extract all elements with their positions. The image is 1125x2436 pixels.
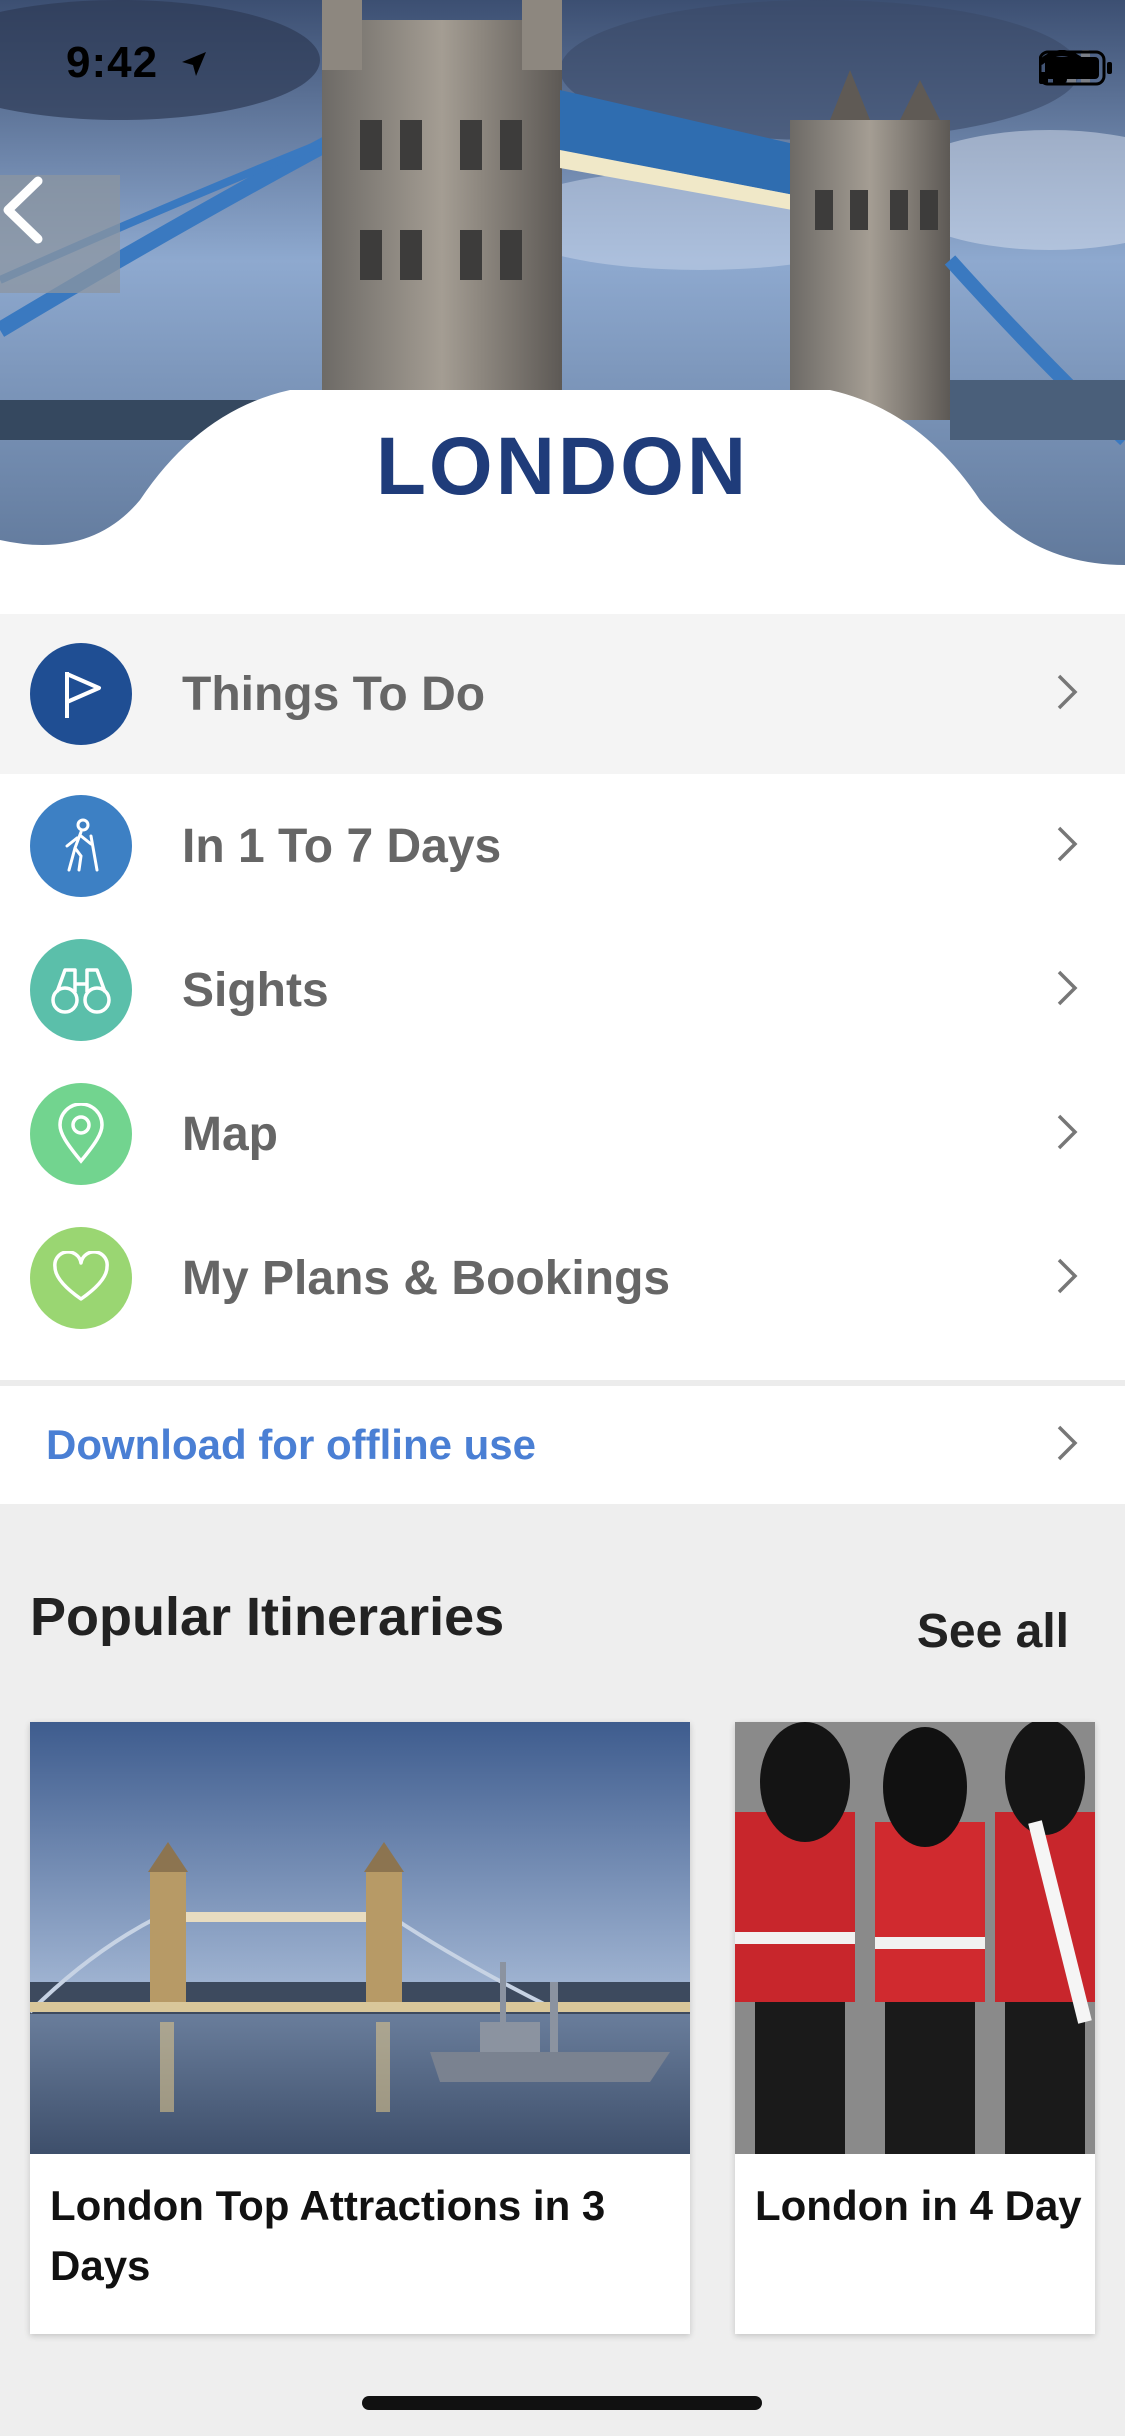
itinerary-card[interactable]: London Top Attractions in 3 Days [30, 1722, 690, 2334]
hero-image: 9:42 LONDON [0, 0, 1125, 580]
see-all-button[interactable]: See all [917, 1604, 1069, 1659]
itinerary-title: London in 4 Day Landmarks & Att [755, 2182, 1095, 2229]
menu-item-map[interactable]: Map [0, 1062, 1125, 1206]
download-offline-link[interactable]: Download for offline use [46, 1421, 536, 1469]
menu-item-label: Map [182, 1107, 278, 1161]
status-bar: 9:42 [0, 0, 1125, 140]
chevron-right-icon [1055, 1112, 1079, 1157]
itinerary-title: London Top Attractions in 3 Days [50, 2182, 606, 2289]
download-offline-row[interactable]: Download for offline use [0, 1386, 1125, 1504]
popular-itineraries-section: Popular Itineraries See all London Top A… [0, 1504, 1125, 2436]
city-title: LONDON [375, 421, 750, 512]
heart-icon [30, 1227, 132, 1329]
status-time: 9:42 [66, 38, 159, 87]
menu-item-my-plans-bookings[interactable]: My Plans & Bookings [0, 1206, 1125, 1350]
chevron-right-icon [1055, 968, 1079, 1013]
chevron-right-icon [1055, 1423, 1079, 1468]
itinerary-image [30, 1722, 690, 2154]
city-guide-screen: 9:42 LONDON Things To Do In 1 To 7 Days … [0, 0, 1125, 2436]
home-indicator[interactable] [362, 2396, 762, 2410]
menu-item-label: Things To Do [182, 667, 486, 721]
guide-menu: Things To Do In 1 To 7 Days Sights Map M… [0, 614, 1125, 1350]
flag-icon [30, 643, 132, 745]
chevron-right-icon [1055, 672, 1079, 717]
location-pin-icon [30, 1083, 132, 1185]
royal-guards-illustration [735, 1722, 1095, 2154]
menu-item-sights[interactable]: Sights [0, 918, 1125, 1062]
section-title: Popular Itineraries [30, 1587, 505, 1647]
hiker-icon [30, 795, 132, 897]
binoculars-icon [30, 939, 132, 1041]
chevron-right-icon [1055, 824, 1079, 869]
menu-item-label: My Plans & Bookings [182, 1251, 671, 1305]
menu-item-things-to-do[interactable]: Things To Do [0, 614, 1125, 774]
tower-bridge-night-illustration [30, 1722, 690, 2154]
chevron-right-icon [1055, 1256, 1079, 1301]
itinerary-card[interactable]: London in 4 Day Landmarks & Att [735, 1722, 1095, 2334]
itinerary-image [735, 1722, 1095, 2154]
back-button[interactable] [0, 175, 120, 293]
menu-item-1-to-7-days[interactable]: In 1 To 7 Days [0, 774, 1125, 918]
menu-item-label: In 1 To 7 Days [182, 819, 502, 873]
menu-item-label: Sights [182, 963, 329, 1017]
